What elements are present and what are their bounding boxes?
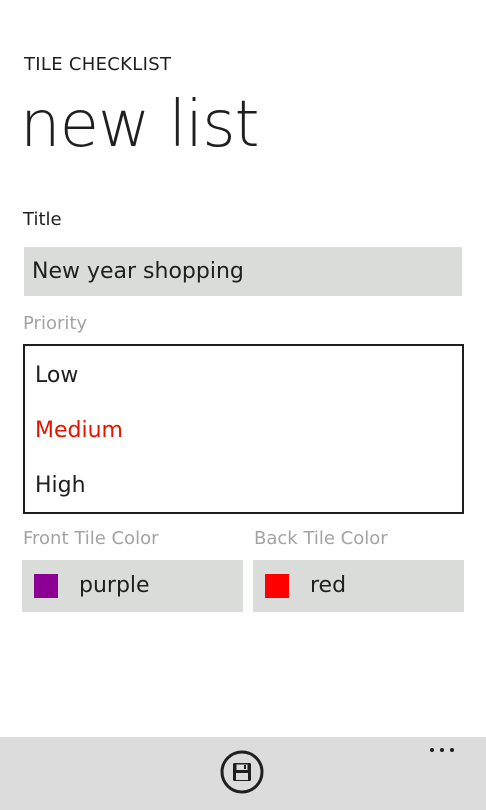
front-tile-color-swatch [34, 574, 58, 598]
front-tile-color-label: Front Tile Color [23, 528, 159, 549]
app-bar [0, 737, 486, 810]
priority-option-medium[interactable]: Medium [35, 416, 123, 446]
app-title: TILE CHECKLIST [24, 54, 172, 75]
priority-option-high[interactable]: High [35, 471, 86, 501]
priority-label: Priority [23, 313, 88, 334]
front-tile-color-value: purple [79, 573, 150, 598]
back-tile-color-label: Back Tile Color [254, 528, 388, 549]
back-tile-color-picker[interactable]: red [253, 560, 464, 612]
back-tile-color-swatch [265, 574, 289, 598]
front-tile-color-picker[interactable]: purple [22, 560, 243, 612]
priority-listpicker[interactable]: Low Medium High [23, 344, 464, 514]
save-icon [220, 750, 264, 794]
page-title: new list [20, 88, 260, 162]
more-options-icon [430, 748, 434, 752]
title-label: Title [23, 209, 62, 230]
more-options-button[interactable] [430, 748, 460, 756]
title-input[interactable]: New year shopping [24, 247, 462, 296]
priority-option-low[interactable]: Low [35, 361, 78, 391]
save-button[interactable] [220, 750, 264, 794]
back-tile-color-value: red [310, 573, 347, 598]
